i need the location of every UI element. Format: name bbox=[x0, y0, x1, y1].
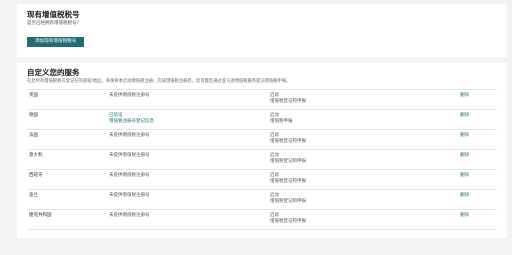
service-type: 增值税登记和申报 bbox=[270, 218, 306, 224]
add-existing-vat-button[interactable]: 添加现有增值税税号 bbox=[27, 37, 85, 47]
table-row: 德国 已验证 增值税注册号登记信息 启动 增值税申报 删除 bbox=[27, 109, 497, 129]
country-name: 德国 bbox=[29, 113, 38, 118]
table-row: 捷克共和国 未提供增值税注册号 启动 增值税登记和申报 删除 bbox=[27, 209, 497, 230]
delete-link[interactable]: 删除 bbox=[460, 193, 469, 199]
vat-number-status: 未提供增值税注册号 bbox=[109, 213, 150, 218]
vat-number-cell: 未提供增值税注册号 bbox=[109, 213, 150, 219]
vat-number-cell: 未提供增值税注册号 bbox=[109, 193, 150, 199]
service-type: 增值税登记和申报 bbox=[270, 158, 306, 164]
service-type: 增值税登记和申报 bbox=[270, 178, 306, 184]
table-row: 法国 未提供增值税注册号 启动 增值税登记和申报 删除 bbox=[27, 129, 497, 149]
delete-link[interactable]: 删除 bbox=[460, 153, 469, 159]
service-status-cell: 启动 增值税登记和申报 bbox=[270, 153, 306, 164]
service-status-cell: 启动 增值税登记和申报 bbox=[270, 93, 306, 104]
table-row: 意大利 未提供增值税注册号 启动 增值税登记和申报 删除 bbox=[27, 149, 497, 169]
country-name: 西班牙 bbox=[29, 173, 43, 178]
delete-link[interactable]: 删除 bbox=[460, 113, 469, 119]
services-table: 英国 未提供增值税注册号 启动 增值税登记和申报 删除 德国 已验证 增值税注册… bbox=[27, 89, 497, 230]
country-name: 波兰 bbox=[29, 193, 38, 198]
vat-number-cell: 未提供增值税注册号 bbox=[109, 153, 150, 159]
table-row: 西班牙 未提供增值税注册号 启动 增值税登记和申报 删除 bbox=[27, 169, 497, 189]
service-type: 增值税登记和申报 bbox=[270, 198, 306, 204]
service-status-cell: 启动 增值税登记和申报 bbox=[270, 133, 306, 144]
vat-number-cell: 已验证 增值税注册号登记信息 bbox=[109, 113, 154, 124]
existing-vat-title: 现有增值税税号 bbox=[27, 10, 80, 19]
table-row: 英国 未提供增值税注册号 启动 增值税登记和申报 删除 bbox=[27, 89, 497, 109]
vat-number-cell: 未提供增值税注册号 bbox=[109, 133, 150, 139]
country-name: 捷克共和国 bbox=[29, 213, 52, 218]
delete-link[interactable]: 删除 bbox=[460, 93, 469, 99]
service-status-cell: 启动 增值税登记和申报 bbox=[270, 173, 306, 184]
vat-number-status: 未提供增值税注册号 bbox=[109, 133, 150, 138]
service-status-cell: 启动 增值税登记和申报 bbox=[270, 213, 306, 224]
services-title: 自定义您的服务 bbox=[27, 68, 80, 77]
existing-vat-card: 现有增值税税号 是否已经拥有增值税税号? 添加现有增值税税号 bbox=[17, 4, 507, 57]
delete-link[interactable]: 删除 bbox=[460, 133, 469, 139]
vat-number-cell: 未提供增值税注册号 bbox=[109, 173, 150, 179]
delete-link[interactable]: 删除 bbox=[460, 213, 469, 219]
vat-number-status: 未提供增值税注册号 bbox=[109, 93, 150, 98]
customize-services-card: 自定义您的服务 在您所有增值税税号登记在的国家/地区。系统将本启动增值税注册。完… bbox=[17, 63, 507, 238]
table-row: 波兰 未提供增值税注册号 启动 增值税登记和申报 删除 bbox=[27, 189, 497, 209]
country-name: 法国 bbox=[29, 133, 38, 138]
vat-number-status: 未提供增值税注册号 bbox=[109, 173, 150, 178]
service-type: 增值税登记和申报 bbox=[270, 138, 306, 144]
country-name: 英国 bbox=[29, 93, 38, 98]
service-type: 增值税申报 bbox=[270, 118, 293, 124]
vat-registration-info-link[interactable]: 增值税注册号登记信息 bbox=[109, 119, 154, 125]
delete-link[interactable]: 删除 bbox=[460, 173, 469, 179]
country-name: 意大利 bbox=[29, 153, 43, 158]
service-status-cell: 启动 增值税登记和申报 bbox=[270, 193, 306, 204]
existing-vat-question: 是否已经拥有增值税税号? bbox=[27, 21, 79, 26]
vat-number-status: 未提供增值税注册号 bbox=[109, 193, 150, 198]
services-description: 在您所有增值税税号登记在的国家/地区。系统将本启动增值税注册。完成增值税注册后，… bbox=[27, 79, 291, 84]
vat-number-cell: 未提供增值税注册号 bbox=[109, 93, 150, 99]
service-type: 增值税登记和申报 bbox=[270, 98, 306, 104]
service-status-cell: 启动 增值税申报 bbox=[270, 113, 293, 124]
vat-number-status: 未提供增值税注册号 bbox=[109, 153, 150, 158]
